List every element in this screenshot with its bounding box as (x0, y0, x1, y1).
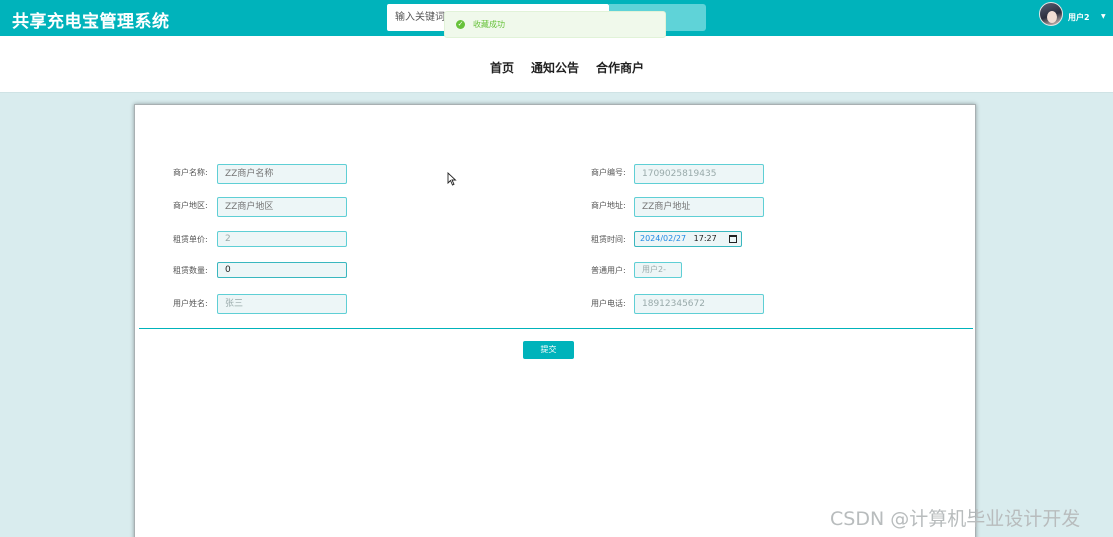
csdn-watermark: CSDN @计算机毕业设计开发 (830, 508, 1081, 530)
user-name[interactable]: 用户2 (1068, 12, 1090, 23)
merchant-id-input[interactable]: 1709025819435 (634, 164, 764, 184)
user-phone-input[interactable]: 18912345672 (634, 294, 764, 314)
app-title: 共享充电宝管理系统 (12, 12, 170, 32)
user-phone-label: 用户电话: (591, 299, 626, 308)
success-check-icon: ✓ (456, 20, 465, 29)
success-toast: ✓ 收藏成功 (444, 11, 666, 38)
rental-form-card: 商户名称: 商户地区: 租赁单价: 2 租赁数量: 0 用户姓名: 张三 商户编… (134, 104, 976, 537)
rental-time-label: 租赁时间: (591, 235, 626, 244)
caret-down-icon[interactable]: ▼ (1101, 13, 1106, 20)
merchant-region-label: 商户地区: (173, 201, 208, 210)
nav-links: 首页 通知公告 合作商户 (490, 59, 644, 76)
merchant-address-label: 商户地址: (591, 201, 626, 210)
unit-price-label: 租赁单价: (173, 235, 208, 244)
merchant-name-label: 商户名称: (173, 168, 208, 177)
regular-user-input[interactable]: 用户2- (634, 262, 682, 278)
user-full-name-input[interactable]: 张三 (217, 294, 347, 314)
toast-message: 收藏成功 (473, 20, 505, 29)
main-navbar: 首页 通知公告 合作商户 (0, 36, 1113, 93)
quantity-input[interactable]: 0 (217, 262, 347, 278)
calendar-icon[interactable] (729, 235, 737, 243)
user-full-name-label: 用户姓名: (173, 299, 208, 308)
nav-item-announcements[interactable]: 通知公告 (531, 59, 579, 76)
user-avatar[interactable] (1039, 2, 1063, 26)
mouse-cursor-icon (447, 172, 457, 186)
submit-button[interactable]: 提交 (523, 341, 574, 359)
quantity-label: 租赁数量: (173, 266, 208, 275)
merchant-address-input[interactable] (634, 197, 764, 217)
merchant-name-input[interactable] (217, 164, 347, 184)
merchant-region-input[interactable] (217, 197, 347, 217)
rental-time-value: 17:27 (693, 234, 717, 243)
rental-date-value: 2024/02/27 (640, 234, 687, 243)
merchant-id-label: 商户编号: (591, 168, 626, 177)
nav-item-merchants[interactable]: 合作商户 (596, 59, 644, 76)
rental-time-input[interactable]: 2024/02/27 17:27 (634, 231, 742, 247)
form-divider (139, 328, 973, 329)
regular-user-label: 普通用户: (591, 266, 626, 275)
nav-item-home[interactable]: 首页 (490, 59, 514, 76)
unit-price-input[interactable]: 2 (217, 231, 347, 247)
